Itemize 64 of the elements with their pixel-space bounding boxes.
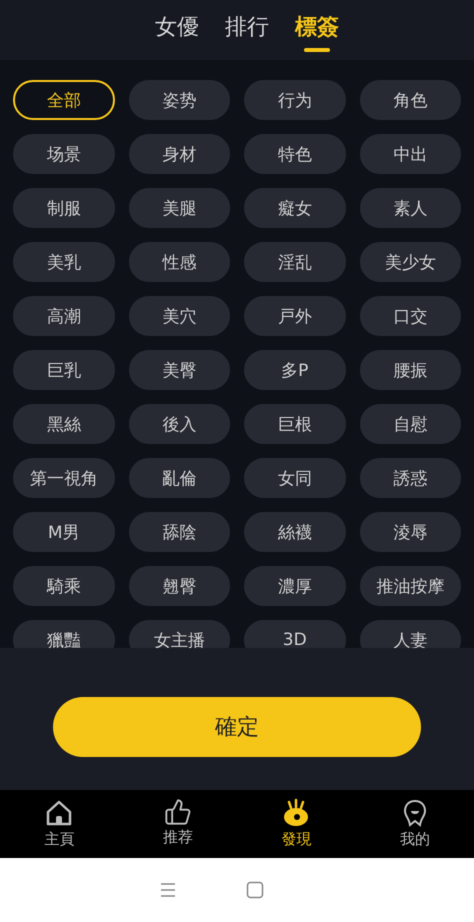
tag-chip[interactable]: 戸外 — [244, 296, 346, 336]
tag-chip[interactable]: 舔陰 — [128, 512, 230, 552]
tag-chip[interactable]: 獵豔 — [13, 620, 114, 648]
tag-chip[interactable]: 行为 — [244, 80, 346, 120]
tag-chip[interactable]: 素人 — [360, 188, 461, 228]
tag-chip[interactable]: 美乳 — [13, 242, 114, 282]
tab-label: 標簽 — [295, 14, 339, 42]
tag-chip[interactable]: 高潮 — [13, 296, 114, 336]
tag-chip[interactable]: 淩辱 — [360, 512, 461, 552]
tag-chip[interactable]: 腰振 — [360, 350, 461, 390]
tag-chip[interactable]: 巨乳 — [13, 350, 114, 390]
tag-chip[interactable]: 女同 — [244, 458, 346, 498]
tag-chip[interactable]: 身材 — [128, 134, 230, 174]
tag-chip[interactable]: 女主播 — [128, 620, 230, 648]
tag-chip[interactable]: 濃厚 — [244, 566, 346, 606]
tag-chip[interactable]: M男 — [13, 512, 114, 552]
tag-chip[interactable]: 美腿 — [128, 188, 230, 228]
tag-chip[interactable]: 第一視角 — [13, 458, 114, 498]
nav-item[interactable]: 主頁 — [0, 790, 118, 858]
tag-chip[interactable]: 美臀 — [128, 350, 230, 390]
home-square-icon[interactable] — [246, 881, 264, 899]
tag-chip[interactable]: 美穴 — [128, 296, 230, 336]
nav-label: 推荐 — [162, 828, 193, 847]
tag-chip[interactable]: 亂倫 — [128, 458, 230, 498]
tag-chip[interactable]: 後入 — [128, 404, 230, 444]
tag-chip[interactable]: 騎乘 — [13, 566, 114, 606]
tag-chip[interactable]: 誘惑 — [360, 458, 461, 498]
tag-chip[interactable]: 翹臀 — [128, 566, 230, 606]
tag-chip[interactable]: 絲襪 — [244, 512, 346, 552]
tag-chip[interactable]: 自慰 — [360, 404, 461, 444]
tag-chip[interactable]: 特色 — [244, 134, 346, 174]
tag-chip[interactable]: 人妻 — [360, 620, 461, 648]
tab[interactable]: 排行 — [225, 0, 269, 60]
tag-chip[interactable]: 场景 — [13, 134, 114, 174]
tag-chip[interactable]: 制服 — [13, 188, 114, 228]
menu-icon[interactable] — [160, 883, 176, 897]
tag-chip[interactable]: 癡女 — [244, 188, 346, 228]
confirm-button[interactable]: 確定 — [53, 697, 421, 757]
nav-label: 發現 — [281, 830, 312, 849]
tag-chip[interactable]: 全部 — [13, 80, 114, 120]
home-icon — [44, 798, 74, 828]
thumbs-up-icon — [164, 798, 192, 826]
nav-label: 主頁 — [44, 830, 74, 849]
tag-chip[interactable]: 巨根 — [244, 404, 346, 444]
tag-chip[interactable]: 中出 — [360, 134, 461, 174]
nav-item[interactable]: 發現 — [237, 790, 356, 858]
tab[interactable]: 標簽 — [295, 0, 339, 60]
tag-chip[interactable]: 口交 — [360, 296, 461, 336]
tag-chip[interactable]: 淫乱 — [244, 242, 346, 282]
tab-label: 女優 — [155, 14, 199, 42]
tag-chip[interactable]: 黑絲 — [13, 404, 114, 444]
nav-label: 我的 — [400, 830, 430, 849]
tab[interactable]: 女優 — [155, 0, 199, 60]
tag-chip[interactable]: 3D — [244, 620, 346, 648]
tag-chip[interactable]: 推油按摩 — [360, 566, 461, 606]
tab-label: 排行 — [225, 14, 269, 42]
tag-chip[interactable]: 美少女 — [360, 242, 461, 282]
tag-chip[interactable]: 多P — [244, 350, 346, 390]
tag-chip[interactable]: 性感 — [128, 242, 230, 282]
tab-underline — [304, 48, 330, 52]
tag-chip[interactable]: 角色 — [360, 80, 461, 120]
nav-item[interactable]: 我的 — [356, 790, 474, 858]
tag-chip[interactable]: 姿势 — [128, 80, 230, 120]
nav-item[interactable]: 推荐 — [118, 790, 237, 858]
